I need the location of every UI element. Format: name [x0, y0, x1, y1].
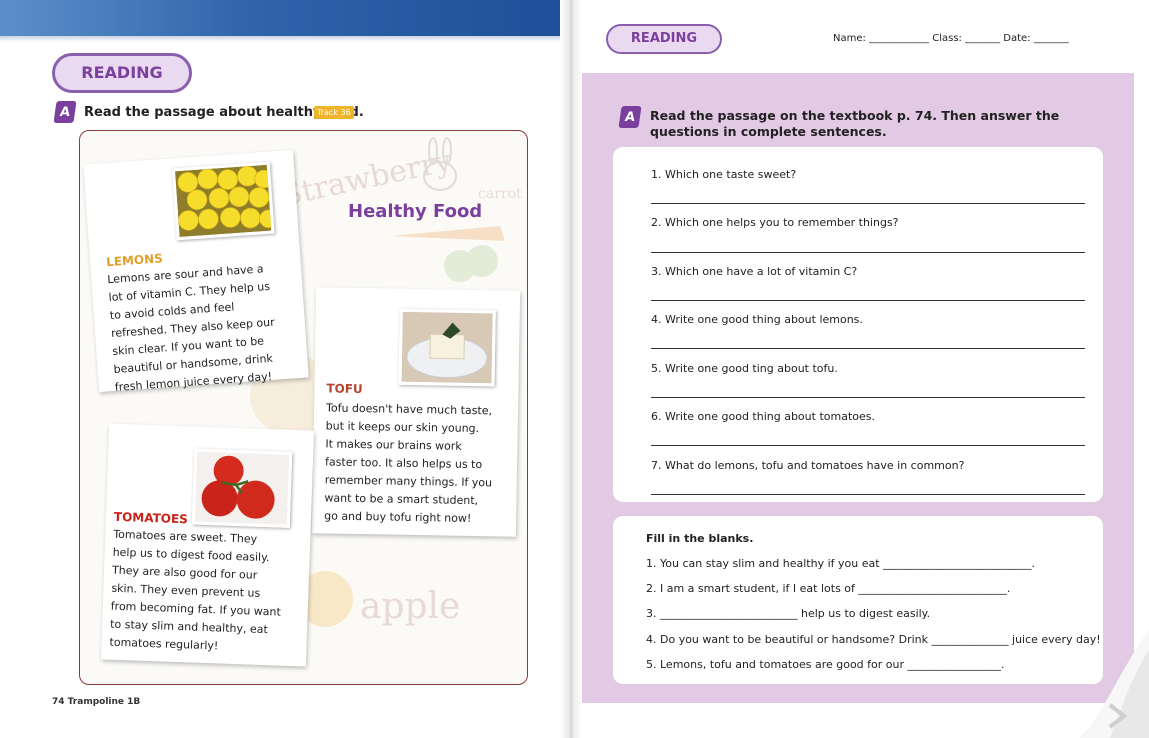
- question-2: 2. Which one helps you to remember thing…: [651, 216, 899, 229]
- name-class-date-fields: Name: ____________ Class: _______ Date: …: [833, 33, 1069, 44]
- broccoli-watermark-icon: [444, 245, 498, 282]
- rabbit-watermark-icon: [423, 137, 457, 191]
- answer-line-4[interactable]: [651, 348, 1085, 349]
- fill-item-3[interactable]: 3. _________________________ help us to …: [646, 607, 930, 620]
- question-1: 1. Which one taste sweet?: [651, 168, 797, 181]
- answer-line-7[interactable]: [651, 494, 1085, 495]
- questions-box: 1. Which one taste sweet? 2. Which one h…: [613, 147, 1103, 502]
- reading-label-right: READING: [606, 24, 722, 54]
- fill-item-4[interactable]: 4. Do you want to be beautiful or handso…: [646, 633, 1101, 646]
- panel-title: Healthy Food: [348, 201, 483, 222]
- textbook-spread: READING A Read the passage about healthy…: [0, 0, 1149, 738]
- question-3: 3. Which one have a lot of vitamin C?: [651, 265, 858, 278]
- worksheet-instruction: Read the passage on the textbook p. 74. …: [650, 108, 1060, 139]
- page-footer: 74 Trampoline 1B: [52, 697, 141, 707]
- tofu-photo: [398, 308, 496, 387]
- lemons-heading: LEMONS: [105, 251, 164, 270]
- tomatoes-card: TOMATOES Tomatoes are sweet. They help u…: [100, 423, 315, 667]
- lemons-card: LEMONS Lemons are sour and have a lot of…: [83, 149, 309, 394]
- tomatoes-heading: TOMATOES: [113, 509, 189, 527]
- fill-in-blanks-box: Fill in the blanks. 1. You can stay slim…: [613, 516, 1103, 684]
- page-gutter: [560, 0, 582, 738]
- watermark-carrot: carrot: [478, 186, 522, 202]
- question-5: 5. Write one good ting about tofu.: [651, 362, 838, 375]
- question-6: 6. Write one good thing about tomatoes.: [651, 410, 875, 423]
- top-color-band: [0, 0, 570, 36]
- tofu-text: Tofu doesn't have much taste, but it kee…: [324, 401, 493, 525]
- fill-item-2[interactable]: 2. I am a smart student, if I eat lots o…: [646, 582, 1010, 595]
- answer-line-2[interactable]: [651, 252, 1085, 253]
- tofu-card: TOFU Tofu doesn't have much taste, but i…: [311, 287, 521, 537]
- healthy-food-panel: Strawberry carrot apple Healthy Food LEM…: [79, 130, 528, 685]
- lemons-image-icon: [174, 164, 278, 238]
- section-a-badge-right: A: [618, 106, 642, 128]
- lemons-text: Lemons are sour and have a lot of vitami…: [106, 262, 276, 394]
- track-badge: Track 36: [314, 106, 354, 119]
- question-7: 7. What do lemons, tofu and tomatoes hav…: [651, 459, 965, 472]
- page-curl-next-icon[interactable]: [1080, 630, 1149, 738]
- fill-in-title: Fill in the blanks.: [646, 532, 754, 545]
- answer-line-3[interactable]: [651, 300, 1085, 301]
- section-a-badge-left: A: [53, 101, 77, 123]
- answer-line-5[interactable]: [651, 397, 1085, 398]
- fill-item-5[interactable]: 5. Lemons, tofu and tomatoes are good fo…: [646, 658, 1005, 671]
- lemons-photo: [171, 161, 278, 241]
- tomatoes-image-icon: [194, 451, 290, 525]
- question-4: 4. Write one good thing about lemons.: [651, 313, 863, 326]
- answer-line-6[interactable]: [651, 445, 1085, 446]
- tomatoes-text: Tomatoes are sweet. They help us to dige…: [109, 527, 282, 653]
- reading-label-left: READING: [52, 53, 192, 93]
- tomatoes-photo: [191, 448, 293, 528]
- watermark-apple: apple: [360, 586, 461, 627]
- answer-line-1[interactable]: [651, 203, 1085, 204]
- tofu-image-icon: [401, 311, 493, 384]
- fill-item-1[interactable]: 1. You can stay slim and healthy if you …: [646, 557, 1035, 570]
- tofu-heading: TOFU: [326, 381, 363, 397]
